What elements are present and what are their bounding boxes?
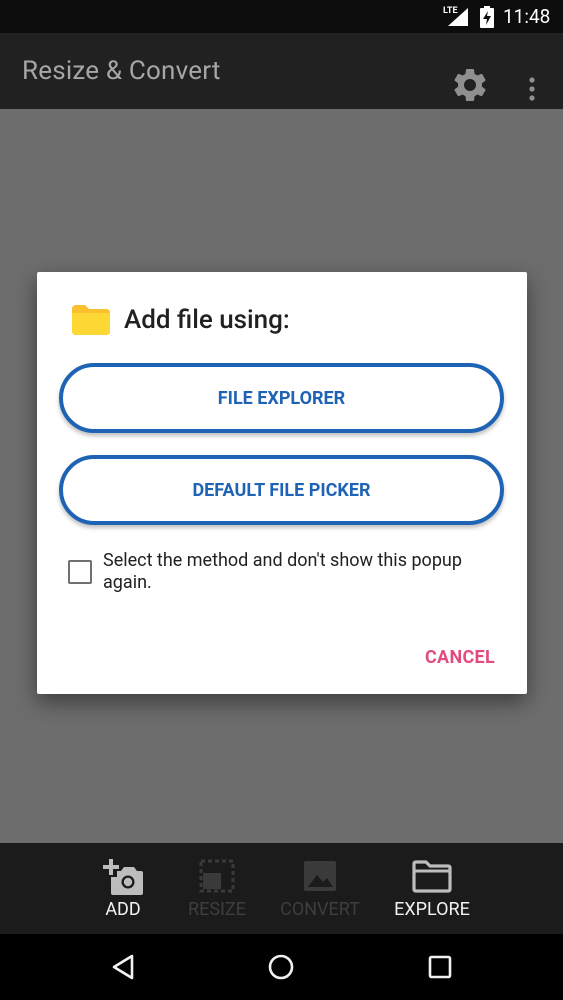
app-title: Resize & Convert: [22, 56, 221, 86]
nav-resize[interactable]: RESIZE: [180, 843, 254, 934]
home-icon[interactable]: [266, 952, 296, 982]
status-bar: LTE 11:48: [0, 0, 563, 33]
nav-resize-label: RESIZE: [188, 899, 246, 920]
battery-charging-icon: [480, 6, 494, 28]
gear-icon[interactable]: [450, 65, 490, 105]
image-icon: [304, 861, 336, 891]
file-explorer-button[interactable]: FILE EXPLORER: [59, 363, 504, 433]
cancel-button[interactable]: CANCEL: [417, 644, 503, 670]
nav-convert[interactable]: CONVERT: [270, 843, 370, 934]
more-vert-icon[interactable]: [522, 75, 542, 103]
nav-add[interactable]: ADD: [88, 843, 158, 934]
signal-icon: [448, 8, 468, 26]
add-photo-icon: [103, 859, 143, 895]
add-file-dialog: Add file using: FILE EXPLORER DEFAULT FI…: [37, 272, 527, 694]
nav-explore-label: EXPLORE: [394, 899, 470, 920]
resize-icon: [199, 859, 235, 893]
app-bar: Resize & Convert: [0, 33, 563, 109]
recents-icon[interactable]: [426, 953, 454, 981]
clock: 11:48: [503, 5, 551, 28]
folder-icon: [72, 305, 110, 335]
bottom-navigation: ADD RESIZE CONVERT EXPLORE: [0, 843, 563, 934]
back-icon[interactable]: [108, 952, 138, 982]
dont-show-again-label: Select the method and don't show this po…: [103, 550, 462, 593]
dialog-header: Add file using:: [72, 302, 290, 338]
dialog-title: Add file using:: [124, 305, 290, 335]
nav-add-label: ADD: [105, 899, 141, 920]
nav-convert-label: CONVERT: [280, 899, 360, 920]
folder-outline-icon: [412, 860, 452, 893]
default-file-picker-button[interactable]: DEFAULT FILE PICKER: [59, 455, 504, 525]
system-navigation-bar: [0, 934, 563, 1000]
nav-explore[interactable]: EXPLORE: [384, 843, 480, 934]
dont-show-again-checkbox[interactable]: [68, 560, 92, 584]
